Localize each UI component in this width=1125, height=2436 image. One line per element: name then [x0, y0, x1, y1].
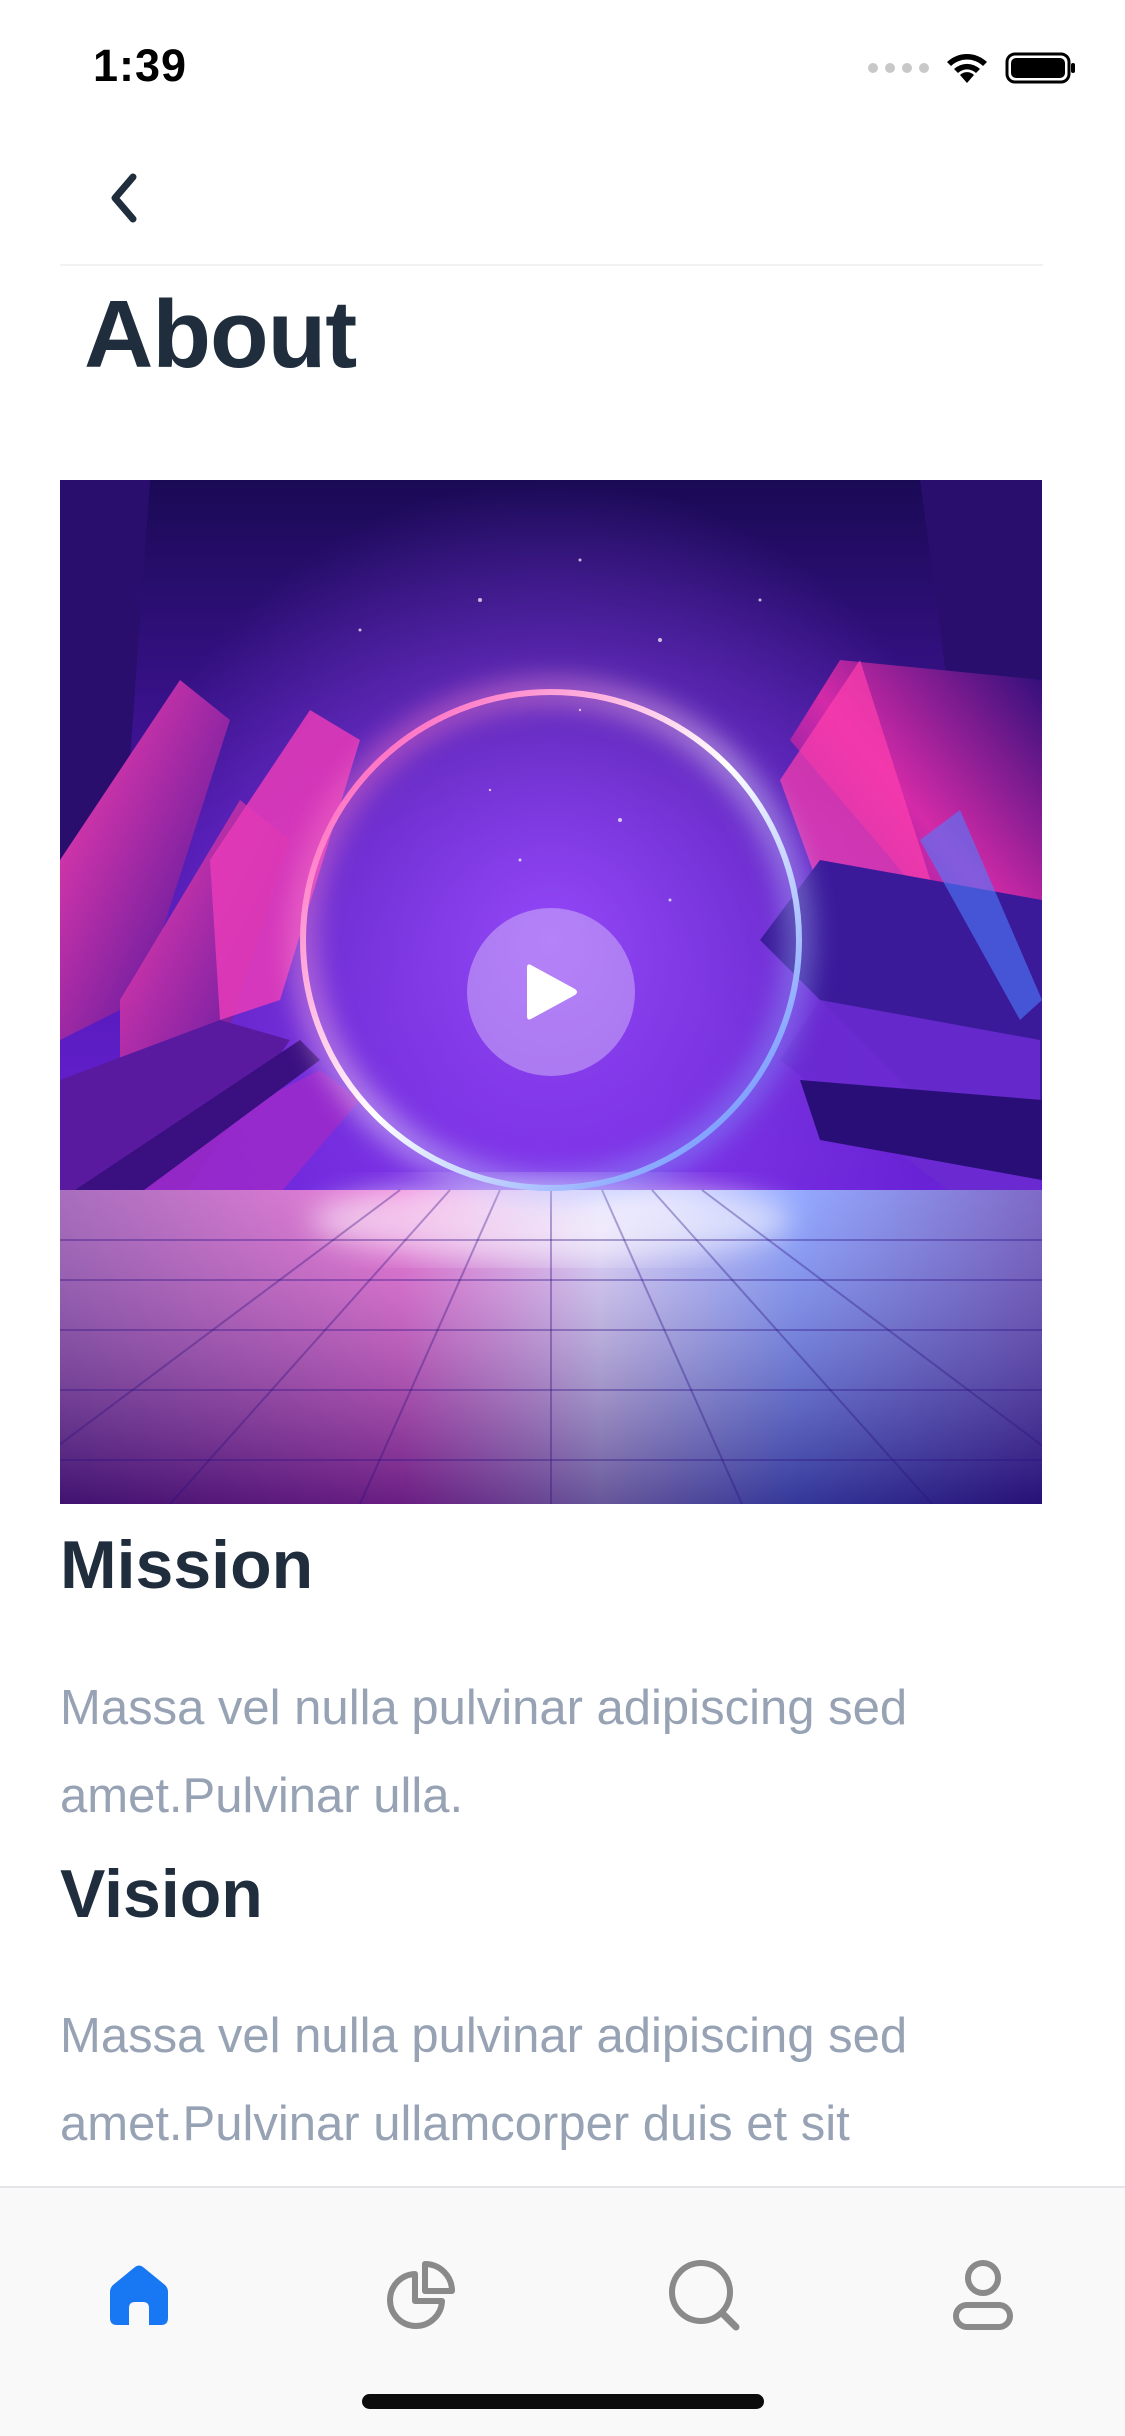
header-divider	[60, 264, 1043, 266]
mission-text: Massa vel nulla pulvinar adipiscing sed …	[60, 1681, 908, 1823]
chevron-left-icon	[111, 173, 137, 223]
search-icon	[669, 2260, 740, 2331]
pie-chart-icon	[387, 2261, 455, 2329]
tab-profile[interactable]	[938, 2250, 1028, 2340]
cellular-signal-icon	[868, 63, 929, 73]
page-title: About	[84, 281, 357, 388]
status-time: 1:39	[93, 40, 188, 91]
tab-home[interactable]	[94, 2250, 184, 2340]
play-icon	[527, 964, 577, 1020]
tab-stats[interactable]	[376, 2250, 466, 2340]
status-icons	[868, 48, 1077, 88]
back-button[interactable]	[96, 165, 152, 231]
home-indicator[interactable]	[362, 2394, 764, 2409]
battery-icon	[1005, 52, 1075, 84]
wifi-icon	[947, 54, 987, 83]
video-thumbnail[interactable]	[60, 480, 1042, 1504]
profile-icon	[953, 2260, 1013, 2330]
home-icon	[110, 2265, 168, 2325]
status-bar: 1:39	[0, 0, 1125, 132]
play-button[interactable]	[467, 908, 635, 1076]
about-screen: 1:39 About Mission Massa vel nulla pulvi…	[0, 0, 1125, 2436]
vision-text: Massa vel nulla pulvinar adipiscing sed …	[60, 2009, 908, 2151]
mission-heading: Mission	[60, 1527, 314, 1603]
vision-heading: Vision	[60, 1856, 263, 1932]
tab-search[interactable]	[659, 2250, 749, 2340]
